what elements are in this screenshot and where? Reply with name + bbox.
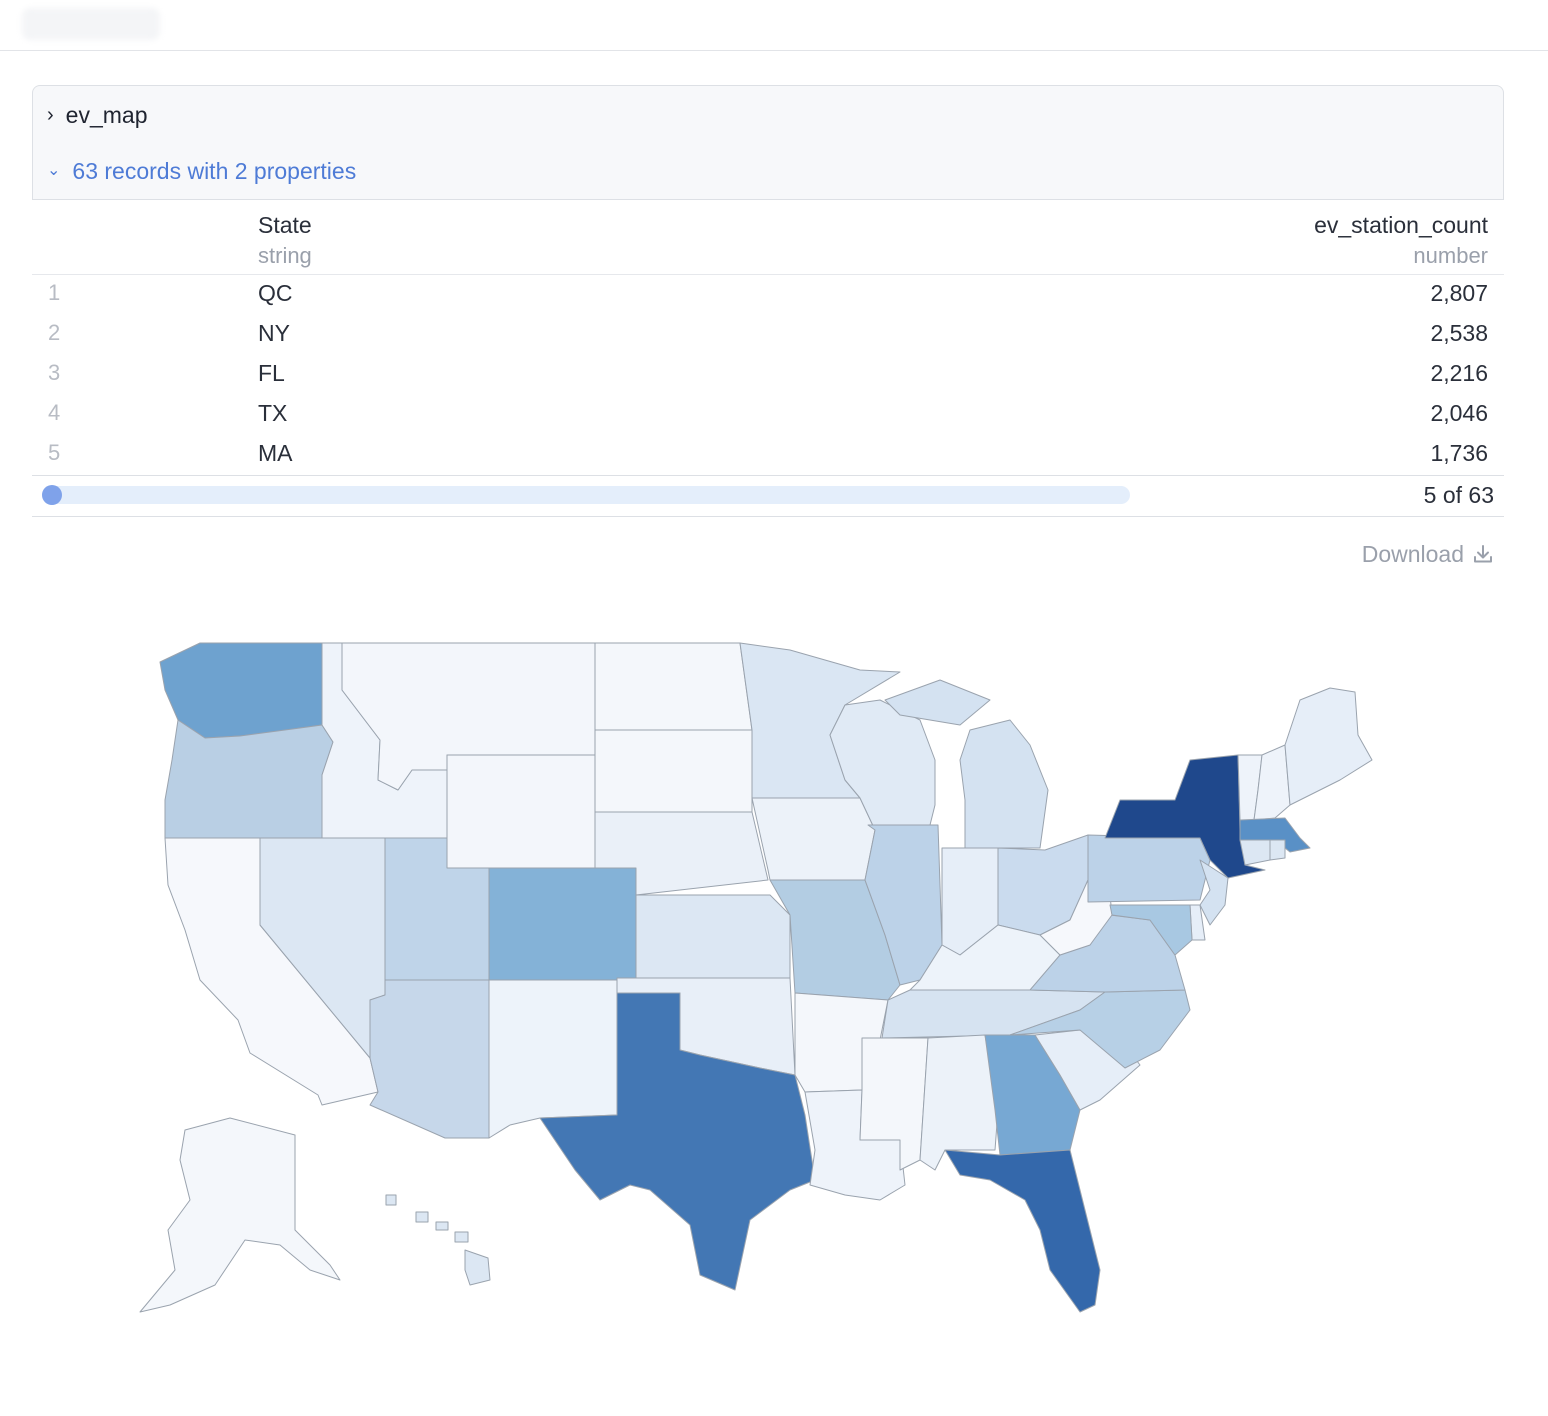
download-button[interactable]: Download [1362,538,1494,570]
row-index: 3 [48,360,61,385]
row-index: 1 [48,280,61,305]
row-index: 2 [48,320,61,345]
pagination-bar: 5 of 63 [32,475,1504,517]
table-header: State string ev_station_count number [32,199,1504,275]
us-map [139,642,1373,1313]
state-sd[interactable] [594,729,753,813]
state-nd[interactable] [594,642,753,731]
state-cell: NY [258,320,290,346]
count-cell: 2,538 [1430,320,1488,346]
cell-panel: › ev_map ⌄ 63 records with 2 properties [32,85,1504,200]
results-table: State string ev_station_count number 1 Q… [32,199,1504,517]
state-az[interactable] [369,979,490,1139]
blurred-title [22,8,160,40]
state-ri[interactable] [1269,839,1286,861]
column-header-state[interactable]: State string [258,210,312,272]
chevron-right-icon: › [47,103,54,126]
cell-name-toggle[interactable]: › ev_map [47,100,148,130]
row-index: 4 [48,400,61,425]
state-ak[interactable] [139,1117,341,1313]
records-summary-label: 63 records with 2 properties [72,157,357,184]
state-or[interactable] [164,719,334,839]
state-ia[interactable] [751,797,876,881]
state-cell: MA [258,440,293,466]
download-icon [1474,545,1492,563]
state-me[interactable] [1284,687,1373,806]
state-co[interactable] [488,867,637,981]
column-header-ev-station-count[interactable]: ev_station_count number [1314,210,1488,272]
chevron-down-icon: ⌄ [47,162,61,179]
records-summary-toggle[interactable]: ⌄ 63 records with 2 properties [47,156,356,186]
column-type: number [1413,243,1488,268]
state-ks[interactable] [635,894,791,979]
scroll-track[interactable] [42,486,1130,504]
choropleth-map [0,600,1548,1360]
cell-name-label: ev_map [65,101,148,128]
state-hi[interactable] [385,1194,491,1286]
download-label: Download [1361,540,1464,567]
table-row: 1 QC 2,807 [32,275,1504,315]
state-nm[interactable] [488,979,618,1139]
count-cell: 2,807 [1430,280,1488,306]
table-row: 5 MA 1,736 [32,435,1504,475]
state-cell: QC [258,280,293,306]
state-cell: FL [258,360,285,386]
count-cell: 1,736 [1430,440,1488,466]
column-type: string [258,243,312,268]
state-ct[interactable] [1239,839,1271,866]
state-cell: TX [258,400,288,426]
column-name: State [258,212,312,238]
state-wy[interactable] [446,754,596,869]
state-fl[interactable] [944,1149,1101,1313]
top-bar [0,0,1548,51]
table-row: 4 TX 2,046 [32,395,1504,435]
count-cell: 2,046 [1430,400,1488,426]
table-row: 3 FL 2,216 [32,355,1504,395]
count-cell: 2,216 [1430,360,1488,386]
pagination-count: 5 of 63 [1423,482,1494,508]
scroll-thumb[interactable] [42,485,62,505]
table-row: 2 NY 2,538 [32,315,1504,355]
state-al[interactable] [919,1034,999,1171]
row-index: 5 [48,440,61,465]
column-name: ev_station_count [1314,212,1488,238]
state-pa[interactable] [1087,834,1211,903]
